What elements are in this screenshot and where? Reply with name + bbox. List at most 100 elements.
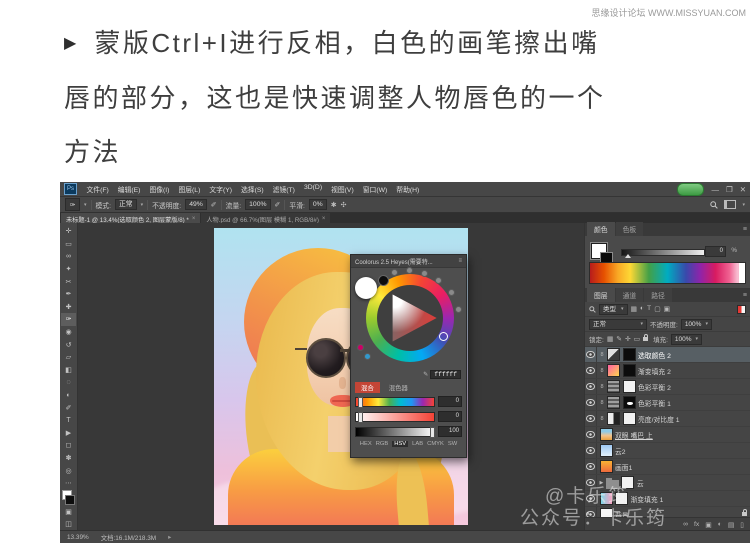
menu-item-6[interactable]: 选择(S) (237, 184, 269, 194)
harmony-dot[interactable] (455, 306, 462, 313)
layer-name[interactable]: 色彩平衡 2 (638, 382, 671, 392)
lock-all-icon[interactable] (643, 337, 648, 341)
canvas-area[interactable]: Coolorus 2.5 Heyes(需要特... ≡ (78, 223, 584, 531)
layer-name[interactable]: 云2 (615, 446, 626, 456)
workspace-switcher-icon[interactable] (724, 200, 736, 209)
opacity-field[interactable]: 49% (185, 199, 207, 210)
search-icon[interactable] (710, 201, 718, 209)
chevron-down-icon[interactable]: ▾ (742, 202, 745, 208)
pen-tool[interactable]: ✐ (61, 401, 76, 414)
layer-mask-thumbnail[interactable] (623, 348, 636, 361)
screen-mode-button[interactable]: ◫ (61, 518, 76, 531)
menu-item-3[interactable]: 图像(I) (145, 184, 174, 194)
gradient-tool[interactable]: ◧ (61, 364, 76, 377)
layer-name[interactable]: 双眼 嘴巴 上 (615, 430, 653, 440)
brush-preset-picker[interactable]: ✑ (65, 198, 80, 211)
marquee-tool[interactable]: ▭ (61, 238, 76, 251)
layer-row-6[interactable]: 双眼 嘴巴 上 (585, 427, 750, 443)
background-color-swatch[interactable] (378, 275, 389, 286)
harmony-dot[interactable] (421, 270, 428, 277)
color-spectrum-ramp[interactable] (589, 262, 746, 284)
layer-mask-thumbnail[interactable] (623, 380, 636, 393)
tab-paths[interactable]: 路径 (644, 288, 672, 302)
layer-row-3[interactable]: 8色彩平衡 2 (585, 379, 750, 395)
more-tools[interactable]: ⋯ (61, 477, 76, 490)
coolorus-slider-val[interactable]: 100 (355, 426, 462, 437)
hex-value-field[interactable]: ffffff (430, 370, 461, 379)
panel-menu-icon[interactable]: ≡ (458, 258, 462, 264)
eye-cell[interactable] (585, 379, 597, 394)
eye-cell[interactable] (585, 363, 597, 378)
eye-cell[interactable] (585, 395, 597, 410)
layer-thumbnail[interactable] (607, 364, 620, 377)
zoom-level[interactable]: 13.39% (67, 534, 89, 541)
new-adjustment-layer-icon[interactable]: ◐ (718, 521, 722, 528)
mode-select[interactable]: 正常 (115, 199, 137, 210)
healing-brush-tool[interactable]: ✚ (61, 301, 76, 314)
menu-item-8[interactable]: 3D(D) (299, 184, 326, 194)
close-tab-icon[interactable]: × (322, 216, 326, 222)
color-mode-cmyk[interactable]: CMYK (427, 441, 444, 447)
visibility-eye-icon[interactable] (586, 383, 595, 391)
eyedropper-tool[interactable]: ✒ (61, 288, 76, 301)
harmony-dot[interactable] (357, 344, 364, 351)
shape-tool[interactable]: ◻ (61, 439, 76, 452)
layer-row-5[interactable]: 8亮度/对比度 1 (585, 411, 750, 427)
color-mode-lab[interactable]: LAB (412, 441, 423, 447)
visibility-eye-icon[interactable] (586, 399, 595, 407)
eye-cell[interactable] (585, 347, 597, 362)
lock-artboard-icon[interactable]: ▭ (634, 335, 640, 343)
slider-marker[interactable] (430, 427, 435, 438)
chevron-down-icon[interactable]: ▾ (141, 202, 144, 208)
quick-mask-button[interactable]: ▣ (61, 505, 76, 518)
layer-name[interactable]: 选取颜色 2 (638, 350, 671, 360)
eye-cell[interactable] (585, 411, 597, 426)
symmetry-icon[interactable]: ✣ (341, 201, 347, 209)
eye-cell[interactable] (585, 459, 597, 474)
layer-thumbnail[interactable] (607, 412, 620, 425)
lock-pixels-icon[interactable]: ✎ (616, 335, 622, 343)
link-layers-icon[interactable]: ∞ (683, 521, 688, 528)
color-slider[interactable] (621, 249, 705, 256)
pixel-filter-icon[interactable]: ▦ (631, 305, 637, 313)
slider-handle[interactable] (625, 254, 631, 258)
type-tool[interactable]: T (61, 414, 76, 427)
menu-item-11[interactable]: 帮助(H) (392, 184, 424, 194)
filter-type-select[interactable]: 类型▾ (599, 304, 628, 315)
layer-thumbnail[interactable] (600, 444, 613, 457)
harmony-dot[interactable] (364, 353, 371, 360)
visibility-eye-icon[interactable] (586, 431, 595, 439)
layer-row-2[interactable]: 8渐变填充 2 (585, 363, 750, 379)
layer-thumbnail[interactable] (600, 428, 613, 441)
blend-mode-select[interactable]: 正常▾ (589, 319, 647, 330)
color-value-field[interactable]: 0 (705, 246, 726, 257)
slider-marker[interactable] (358, 397, 363, 408)
harmony-dot[interactable] (391, 269, 398, 276)
hue-slider-track[interactable] (355, 397, 435, 407)
layer-name[interactable]: 云 (637, 478, 644, 488)
coolorus-tab-2[interactable]: 混色器 (383, 382, 414, 393)
visibility-eye-icon[interactable] (586, 415, 595, 423)
type-filter-icon[interactable]: T (647, 305, 651, 313)
move-tool[interactable]: ✛ (61, 225, 76, 238)
airbrush-icon[interactable]: ✐ (211, 201, 217, 209)
zoom-tool[interactable]: ◎ (61, 464, 76, 477)
brush-tool[interactable]: ✑ (61, 313, 76, 326)
panel-menu-icon[interactable]: ≡ (743, 292, 747, 299)
add-mask-icon[interactable]: ▣ (705, 521, 711, 529)
layer-row-7[interactable]: 云2 (585, 443, 750, 459)
smart-object-filter-icon[interactable]: ▣ (664, 305, 670, 313)
smoothing-field[interactable]: 0% (309, 199, 327, 210)
harmony-dot[interactable] (406, 267, 413, 274)
tab-layers[interactable]: 图层 (587, 288, 615, 302)
hue-value-field[interactable]: 0 (438, 396, 462, 407)
history-brush-tool[interactable]: ↺ (61, 338, 76, 351)
clone-stamp-tool[interactable]: ◉ (61, 326, 76, 339)
eraser-tool[interactable]: ▱ (61, 351, 76, 364)
tab-channels[interactable]: 通道 (616, 288, 644, 302)
visibility-eye-icon[interactable] (586, 447, 595, 455)
tool-color-chips[interactable] (61, 490, 76, 505)
layer-fill-field[interactable]: 100%▾ (671, 334, 702, 345)
menu-item-7[interactable]: 滤镜(T) (268, 184, 299, 194)
tab-swatches[interactable]: 色板 (616, 222, 644, 236)
